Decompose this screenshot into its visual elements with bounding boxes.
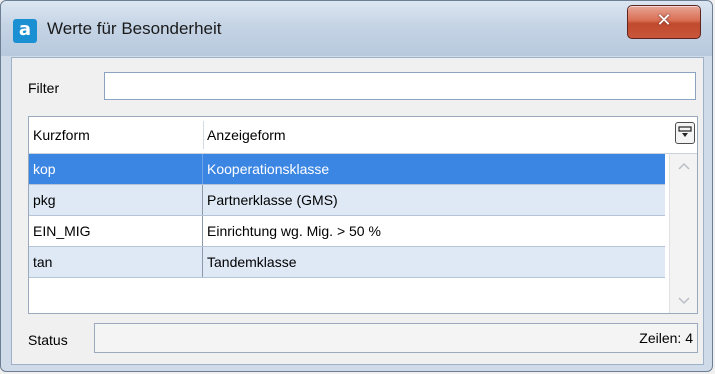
column-header-anzeigeform[interactable]: Anzeigeform bbox=[203, 117, 665, 153]
close-button[interactable]: ✕ bbox=[627, 5, 701, 39]
cell-kurzform[interactable]: kop bbox=[29, 154, 203, 184]
chevron-down-icon bbox=[678, 297, 690, 305]
cell-anzeigeform[interactable]: Kooperationsklasse bbox=[203, 154, 665, 184]
cell-anzeigeform[interactable]: Tandemklasse bbox=[203, 247, 665, 277]
vertical-scrollbar[interactable] bbox=[669, 154, 697, 313]
scroll-down-button[interactable] bbox=[674, 291, 694, 311]
app-logo-icon: a bbox=[13, 19, 37, 43]
column-chooser-icon bbox=[678, 126, 692, 137]
cell-anzeigeform[interactable]: Einrichtung wg. Mig. > 50 % bbox=[203, 216, 665, 246]
close-icon: ✕ bbox=[656, 10, 672, 31]
cell-kurzform[interactable]: tan bbox=[29, 247, 203, 277]
values-grid: Kurzform Anzeigeform kop Kooperationskla… bbox=[28, 116, 698, 314]
filter-label: Filter bbox=[28, 80, 60, 96]
status-label: Status bbox=[28, 332, 68, 348]
dialog-content: Filter Kurzform Anzeigeform kop Kooperat… bbox=[11, 57, 704, 365]
column-header-kurzform[interactable]: Kurzform bbox=[29, 117, 203, 153]
table-row[interactable]: EIN_MIG Einrichtung wg. Mig. > 50 % bbox=[29, 216, 665, 247]
table-row[interactable]: tan Tandemklasse bbox=[29, 247, 665, 278]
scroll-up-button[interactable] bbox=[674, 156, 694, 176]
title-bar[interactable]: a Werte für Besonderheit ✕ bbox=[1, 1, 712, 56]
column-chooser-button[interactable] bbox=[675, 122, 695, 144]
cell-anzeigeform[interactable]: Partnerklasse (GMS) bbox=[203, 185, 665, 215]
grid-rows: kop Kooperationsklasse pkg Partnerklasse… bbox=[29, 154, 665, 278]
dialog-window: a Werte für Besonderheit ✕ Filter Kurzfo… bbox=[0, 0, 713, 372]
status-field: Zeilen: 4 bbox=[94, 323, 698, 353]
window-title: Werte für Besonderheit bbox=[47, 19, 222, 38]
grid-header: Kurzform Anzeigeform bbox=[29, 117, 697, 154]
table-row[interactable]: pkg Partnerklasse (GMS) bbox=[29, 185, 665, 216]
cell-kurzform[interactable]: pkg bbox=[29, 185, 203, 215]
cell-kurzform[interactable]: EIN_MIG bbox=[29, 216, 203, 246]
row-count: Zeilen: 4 bbox=[639, 330, 693, 346]
table-row[interactable]: kop Kooperationsklasse bbox=[29, 154, 665, 185]
filter-input[interactable] bbox=[104, 72, 696, 100]
chevron-up-icon bbox=[678, 162, 690, 170]
